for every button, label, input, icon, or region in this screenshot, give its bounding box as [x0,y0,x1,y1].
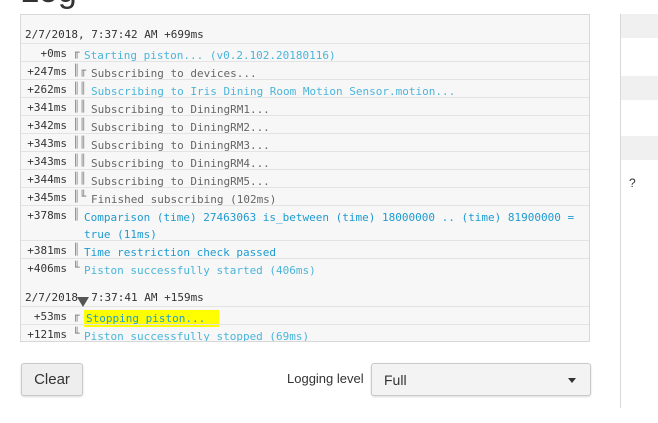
log-row: +381ms ║ Time restriction check passed [21,240,589,259]
log-panel[interactable]: 2/7/2018, 7:37:42 AM +699ms +0ms ╓ Startin… [20,14,590,342]
log-timestamp: +121ms [27,328,67,341]
log-tree-glyph: ║║ [73,118,87,131]
log-tree-glyph: ║ [73,243,80,256]
log-row: +343ms ║║ Subscribing to DiningRM4... [21,151,589,170]
side-panel-block [621,14,658,38]
mouse-cursor-icon [77,297,89,307]
log-timestamp: +406ms [27,262,67,275]
log-tree-glyph: ║╓ [73,64,87,77]
log-row: +247ms ║╓ Subscribing to devices... [21,61,589,80]
log-row: +406ms ╙ Piston successfully started (406m… [21,258,589,277]
log-timestamp: +378ms [27,209,67,222]
page-title: Log [20,0,77,11]
logging-level-select[interactable]: Full [371,363,591,396]
log-timestamp: +262ms [27,83,67,96]
side-panel-block [621,136,658,160]
log-row: +53ms ╓ Stopping piston... [21,306,589,327]
session-header: 2/7/2018, 7:37:42 AM +699ms [25,28,204,41]
log-tree-glyph: ╓ [73,46,80,59]
log-tree-glyph: ║╙ [73,190,87,203]
log-row: +378ms ║ Comparison (time) 27463063 is_bet… [21,205,589,241]
log-tree-glyph: ╓ [73,309,80,322]
log-tree-glyph: ╙ [73,327,80,340]
log-row: +341ms ║║ Subscribing to DiningRM1... [21,97,589,116]
log-timestamp: +343ms [27,155,67,168]
log-tree-glyph: ╙ [73,261,80,274]
log-tree-glyph: ║║ [73,82,87,95]
log-row: +343ms ║║ Subscribing to DiningRM3... [21,133,589,152]
log-timestamp: +342ms [27,119,67,132]
log-tree-glyph: ║ [73,208,80,221]
chevron-down-icon [568,378,576,383]
session-header: 2/7/2018, 7:37:41 AM +159ms [25,291,204,304]
log-tree-glyph: ║║ [73,100,87,113]
log-timestamp: +345ms [27,191,67,204]
log-row: +344ms ║║ Subscribing to DiningRM5... [21,169,589,188]
log-tree-glyph: ║║ [73,154,87,167]
log-message: Piston successfully started (406ms) [84,264,316,277]
log-row: +0ms ╓ Starting piston... (v0.2.102.201801… [21,43,589,62]
logging-level-value: Full [384,372,407,388]
log-timestamp: +341ms [27,101,67,114]
log-message: Piston successfully stopped (69ms) [84,330,310,342]
log-row: +345ms ║╙ Finished subscribing (102ms) [21,187,589,206]
log-timestamp: +0ms [40,47,68,60]
logging-level-label: Logging level [287,371,364,386]
log-timestamp: +343ms [27,137,67,150]
side-panel-block [621,76,658,100]
log-timestamp: +53ms [33,310,67,323]
log-row: +262ms ║║ Subscribing to Iris Dining Room … [21,79,589,98]
log-tree-glyph: ║║ [73,136,87,149]
log-row: +121ms ╙ Piston successfully stopped (69ms… [21,324,589,342]
log-row: +342ms ║║ Subscribing to DiningRM2... [21,115,589,134]
log-message: Comparison (time) 27463063 is_between (t… [84,211,581,241]
log-tree-glyph: ║║ [73,172,87,185]
log-timestamp: +344ms [27,173,67,186]
clear-button[interactable]: Clear [21,363,83,396]
log-timestamp: +381ms [27,244,67,257]
help-icon[interactable]: ? [629,176,636,190]
log-timestamp: +247ms [27,65,67,78]
side-panel: ? [620,14,658,408]
